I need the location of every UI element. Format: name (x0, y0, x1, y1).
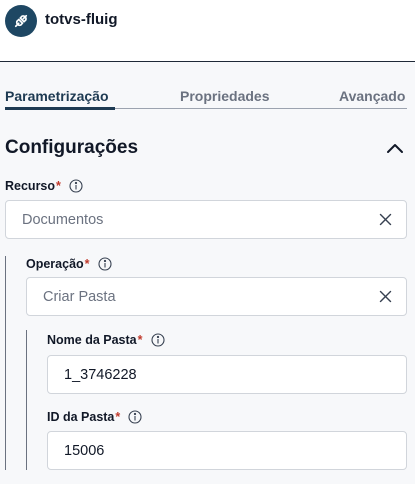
clear-icon[interactable] (379, 213, 392, 226)
operacao-value: Criar Pasta (43, 288, 116, 305)
chevron-up-icon (387, 144, 403, 153)
nesting-line (5, 256, 6, 470)
info-icon[interactable] (69, 179, 83, 193)
app-title: totvs-fluig (45, 11, 118, 28)
nesting-line (26, 330, 27, 470)
info-icon[interactable] (150, 333, 165, 347)
info-icon[interactable] (128, 410, 142, 424)
id-pasta-label: ID da Pasta * (47, 410, 142, 424)
tab-propriedades[interactable]: Propriedades (180, 87, 269, 105)
recurso-select[interactable]: Documentos (5, 200, 407, 239)
plug-icon (5, 5, 37, 37)
tab-parametrizacao[interactable]: Parametrização (5, 87, 109, 105)
required-marker: * (56, 179, 61, 193)
nome-pasta-value: 1_3746228 (64, 366, 137, 383)
clear-icon[interactable] (379, 290, 392, 303)
nome-pasta-label: Nome da Pasta * (47, 333, 165, 347)
active-tab-indicator (5, 107, 115, 110)
recurso-label: Recurso * (5, 179, 83, 193)
info-icon[interactable] (97, 257, 112, 271)
recurso-value: Documentos (22, 211, 104, 228)
operacao-label: Operação * (26, 257, 112, 271)
required-marker: * (137, 333, 143, 347)
app-header: totvs-fluig (0, 0, 415, 62)
nome-pasta-input[interactable]: 1_3746228 (47, 355, 407, 394)
required-marker: * (84, 257, 90, 271)
collapse-button[interactable] (384, 138, 406, 158)
required-marker: * (115, 410, 121, 424)
tab-avancado[interactable]: Avançado (339, 87, 405, 105)
section-title: Configurações (5, 137, 139, 158)
id-pasta-value: 15006 (64, 442, 105, 459)
operacao-select[interactable]: Criar Pasta (26, 277, 407, 316)
id-pasta-input[interactable]: 15006 (47, 431, 407, 470)
tab-bar: Parametrização Propriedades Avançado (5, 87, 407, 111)
